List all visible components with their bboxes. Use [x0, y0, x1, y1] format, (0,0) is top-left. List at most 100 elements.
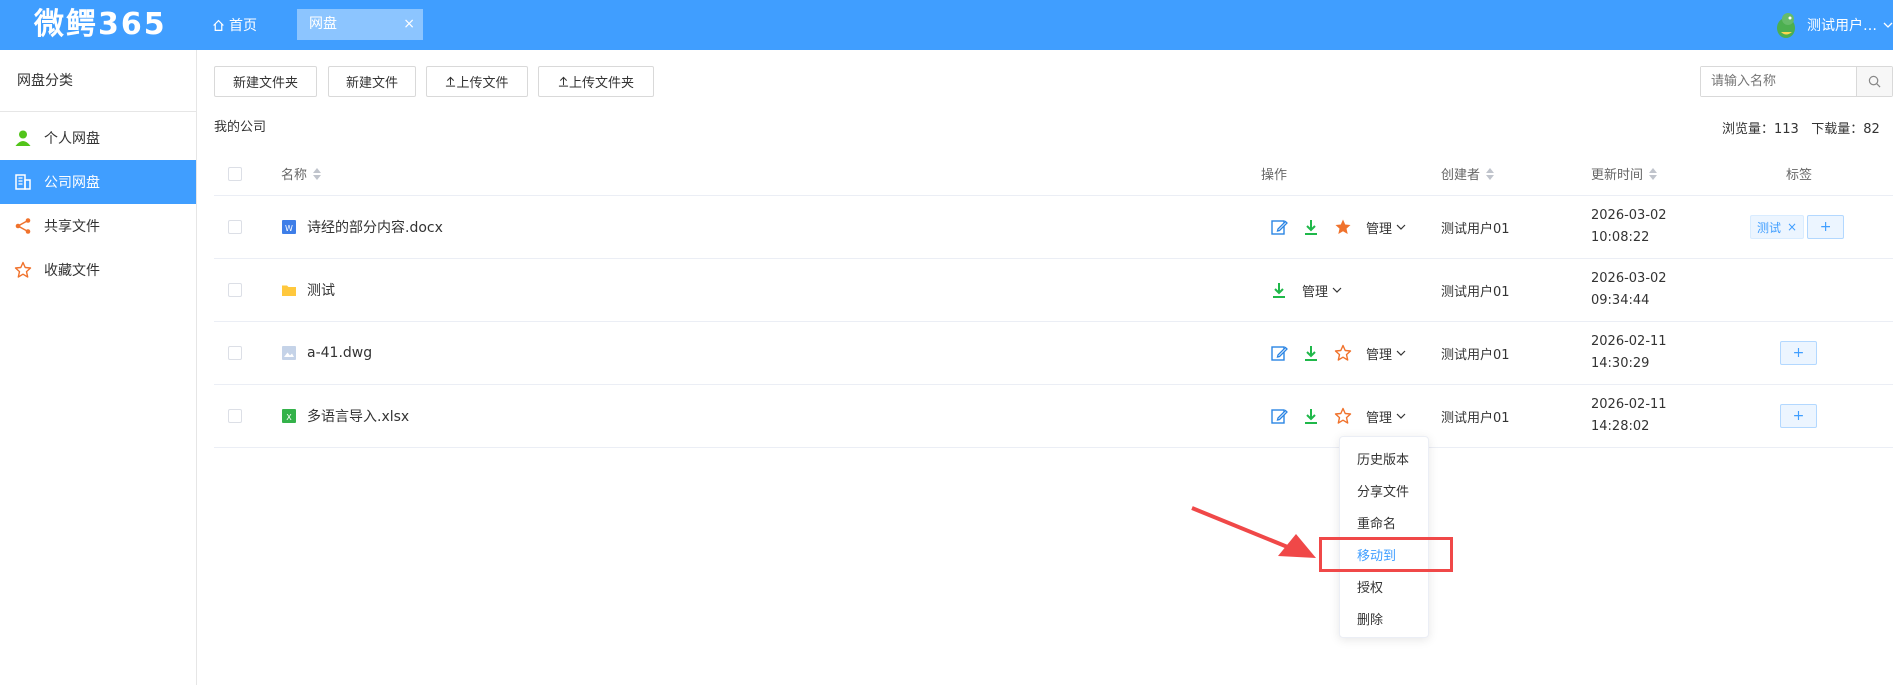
annotation-arrow-icon: [1191, 506, 1316, 558]
manage-dropdown[interactable]: 管理: [1366, 218, 1406, 237]
update-date: 2026-02-11: [1591, 397, 1667, 412]
update-clock: 10:08:22: [1591, 230, 1650, 245]
table-row[interactable]: 测试 管理 测试用户01 2026-03-02 09:34:44: [214, 259, 1893, 322]
sidebar-item-label: 共享文件: [44, 219, 100, 235]
column-actions: 操作: [1261, 168, 1288, 183]
manage-label: 管理: [1366, 347, 1393, 363]
update-date: 2026-02-11: [1591, 334, 1667, 349]
menu-item-delete[interactable]: 删除: [1340, 605, 1428, 637]
manage-dropdown[interactable]: 管理: [1302, 281, 1342, 300]
table-row[interactable]: X 多语言导入.xlsx 管理 测试用户01 2026-02-11 14:28:…: [214, 385, 1893, 448]
word-file-icon: W: [282, 220, 296, 234]
column-creator-label: 创建者: [1441, 168, 1481, 183]
menu-item-authorize[interactable]: 授权: [1340, 573, 1428, 605]
sidebar-item-label: 公司网盘: [44, 175, 100, 191]
sort-icon: [1486, 167, 1495, 180]
file-name[interactable]: a-41.dwg: [307, 345, 372, 361]
avatar: [1777, 13, 1795, 38]
star-filled-icon[interactable]: [1334, 218, 1352, 236]
upload-icon: [558, 76, 569, 87]
search-input[interactable]: [1701, 67, 1856, 96]
row-checkbox[interactable]: [228, 346, 242, 360]
row-checkbox[interactable]: [228, 220, 242, 234]
chevron-down-icon: [1883, 22, 1893, 28]
tag-label: 测试: [1757, 220, 1782, 235]
downloads-label: 下载量：: [1811, 122, 1864, 137]
creator: 测试用户01: [1441, 410, 1510, 426]
tab-label: 网盘: [309, 16, 337, 32]
upload-file-button[interactable]: 上传文件: [426, 66, 528, 97]
search-button[interactable]: [1856, 67, 1892, 96]
manage-dropdown[interactable]: 管理: [1366, 407, 1406, 426]
row-checkbox[interactable]: [228, 409, 242, 423]
column-creator[interactable]: 创建者: [1441, 152, 1495, 195]
close-icon[interactable]: ×: [403, 9, 415, 40]
highlight-box: [1319, 537, 1453, 572]
tag-badge[interactable]: 测试 ×: [1750, 215, 1805, 239]
download-icon[interactable]: [1270, 281, 1288, 299]
new-file-button[interactable]: 新建文件: [328, 66, 416, 97]
chevron-down-icon: [1396, 413, 1406, 419]
menu-item-history[interactable]: 历史版本: [1340, 445, 1428, 477]
sort-icon: [313, 167, 322, 180]
home-icon: [213, 19, 224, 31]
close-icon[interactable]: ×: [1787, 220, 1797, 234]
file-name[interactable]: 诗经的部分内容.docx: [307, 217, 443, 237]
row-checkbox[interactable]: [228, 283, 242, 297]
svg-text:W: W: [285, 224, 293, 233]
add-tag-button[interactable]: +: [1780, 341, 1817, 365]
manage-label: 管理: [1366, 410, 1393, 426]
views-count: 113: [1774, 122, 1799, 137]
manage-dropdown[interactable]: 管理: [1366, 344, 1406, 363]
search-box: [1700, 66, 1893, 97]
sidebar-item-personal[interactable]: 个人网盘: [0, 116, 196, 160]
update-clock: 09:34:44: [1591, 293, 1650, 308]
sidebar-item-shared[interactable]: 共享文件: [0, 204, 196, 248]
edit-icon[interactable]: [1270, 218, 1288, 236]
tab-netdisk[interactable]: 网盘 ×: [297, 9, 423, 40]
breadcrumb[interactable]: 我的公司: [214, 116, 266, 135]
add-tag-button[interactable]: +: [1780, 404, 1817, 428]
sidebar: 网盘分类 个人网盘 公司网盘 共享文件 收藏文件: [0, 50, 197, 685]
upload-icon: [446, 76, 456, 87]
creator: 测试用户01: [1441, 347, 1510, 363]
upload-folder-button[interactable]: 上传文件夹: [538, 66, 654, 97]
download-icon[interactable]: [1302, 407, 1320, 425]
top-header: 微鳄365 首页 网盘 × 测试用户…: [0, 0, 1893, 50]
column-name-label: 名称: [281, 168, 308, 183]
table-header: 名称 操作 创建者 更新时间 标签: [214, 152, 1893, 196]
building-icon: [15, 174, 31, 190]
update-time: 2026-03-02 09:34:44: [1591, 259, 1667, 321]
file-name[interactable]: 测试: [307, 280, 335, 300]
table-row[interactable]: a-41.dwg 管理 测试用户01 2026-02-11 14:30:29 +: [214, 322, 1893, 385]
stats: 浏览量：113 下载量：82: [1722, 118, 1880, 137]
menu-item-share[interactable]: 分享文件: [1340, 477, 1428, 509]
add-tag-button[interactable]: +: [1807, 215, 1845, 239]
new-folder-button[interactable]: 新建文件夹: [214, 66, 317, 97]
table-row[interactable]: W 诗经的部分内容.docx 管理 测试用户01 2026-03-02 10:0…: [214, 196, 1893, 259]
sidebar-item-label: 个人网盘: [44, 131, 100, 147]
star-outline-icon[interactable]: [1334, 344, 1352, 362]
select-all-checkbox[interactable]: [228, 166, 242, 181]
sidebar-item-company[interactable]: 公司网盘: [0, 160, 196, 204]
file-name[interactable]: 多语言导入.xlsx: [307, 406, 409, 426]
upload-file-label: 上传文件: [456, 76, 509, 91]
update-date: 2026-03-02: [1591, 271, 1667, 286]
edit-icon[interactable]: [1270, 407, 1288, 425]
update-clock: 14:28:02: [1591, 419, 1650, 434]
star-outline-icon[interactable]: [1334, 407, 1352, 425]
views-label: 浏览量：: [1722, 122, 1775, 137]
update-time: 2026-03-02 10:08:22: [1591, 196, 1667, 258]
upload-folder-label: 上传文件夹: [568, 76, 634, 91]
column-name[interactable]: 名称: [281, 152, 322, 195]
download-icon[interactable]: [1302, 218, 1320, 236]
user-menu[interactable]: 测试用户…: [1771, 10, 1893, 40]
edit-icon[interactable]: [1270, 344, 1288, 362]
home-link[interactable]: 首页: [212, 15, 257, 35]
update-time: 2026-02-11 14:28:02: [1591, 385, 1667, 447]
excel-file-icon: X: [282, 409, 296, 423]
column-updated[interactable]: 更新时间: [1591, 152, 1658, 195]
image-file-icon: [282, 346, 296, 360]
download-icon[interactable]: [1302, 344, 1320, 362]
sidebar-item-favorites[interactable]: 收藏文件: [0, 248, 196, 292]
